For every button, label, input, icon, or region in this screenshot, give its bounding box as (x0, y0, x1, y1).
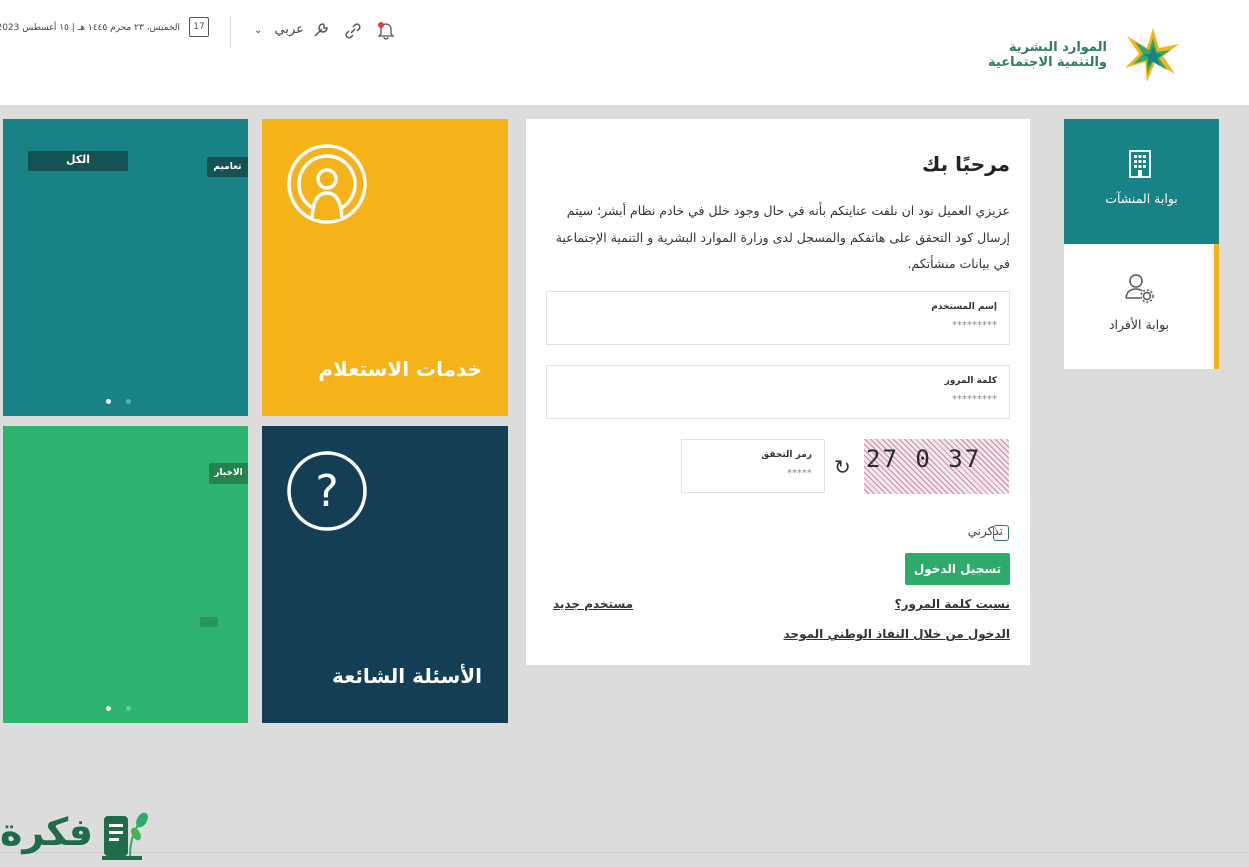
carousel-dot[interactable] (126, 399, 131, 404)
new-user-link[interactable]: مستخدم جديد (553, 597, 633, 611)
link-icon[interactable] (344, 22, 362, 40)
wrench-icon[interactable] (312, 21, 330, 39)
watermark-logo: فكرة (0, 810, 94, 854)
ministry-logo-text: الموارد البشرية والتنمية الاجتماعية (988, 40, 1107, 70)
carousel-dot-active[interactable] (106, 706, 111, 711)
broadcast-user-icon (287, 144, 367, 224)
password-field[interactable]: كلمة المرور (546, 365, 1010, 419)
captcha-field[interactable]: رمز التحقق (681, 439, 825, 493)
login-button[interactable]: تسجيل الدخول (905, 553, 1010, 585)
language-selector[interactable]: ⌄ عربي (254, 22, 304, 37)
captcha-text: 27 0 37 (866, 445, 982, 473)
sidebar-item-label: بوابة المنشآت (1105, 191, 1178, 206)
sidebar-item-establishments[interactable]: بوابة المنشآت (1064, 119, 1219, 244)
tab-news[interactable]: الاخبار (209, 463, 248, 484)
watermark-text: فكرة (0, 810, 94, 854)
forgot-password-link[interactable]: نسيت كلمة المرور؟ (895, 597, 1010, 611)
news-placeholder (200, 617, 218, 627)
username-field[interactable]: إسم المستخدم (546, 291, 1010, 345)
carousel-dot-active[interactable] (106, 399, 111, 404)
sidebar-item-label: بوابة الأفراد (1108, 317, 1170, 332)
user-gear-icon (1125, 274, 1154, 303)
header-divider (230, 16, 231, 48)
building-icon (1129, 150, 1151, 178)
footer-divider (0, 852, 1249, 853)
remember-me-label: تذكرني (967, 524, 1003, 538)
language-label: عربي (274, 22, 304, 37)
intro-text: عزيزي العميل نود ان نلفت عنايتكم بأنه في… (555, 203, 1010, 271)
welcome-heading: مرحبًا بك (921, 152, 1010, 176)
inquiry-services-title: خدمات الاستعلام (318, 357, 482, 381)
captcha-image: 27 0 37 (864, 439, 1009, 494)
nafath-login-link[interactable]: الدخول من خلال النفاذ الوطني الموحد (784, 627, 1011, 641)
tab-all[interactable]: الكل (28, 151, 128, 171)
question-mark-icon: ? (287, 451, 367, 531)
faq-title: الأسئلة الشائعة (332, 664, 482, 688)
header-date: الخميس، ٢٣ محرم ١٤٤٥ هـ | ١٥ أغسطس 2023 (0, 23, 180, 33)
refresh-captcha-icon[interactable]: ↻ (834, 455, 851, 479)
chevron-down-icon: ⌄ (254, 25, 263, 36)
captcha-label: رمز التحقق (761, 450, 812, 460)
plant-icon (102, 812, 148, 860)
password-input[interactable] (627, 394, 997, 405)
notification-badge (378, 22, 384, 28)
svg-text:?: ? (315, 466, 338, 517)
password-label: كلمة المرور (944, 376, 997, 386)
calendar-icon: 17 (189, 17, 209, 37)
carousel-dot[interactable] (126, 706, 131, 711)
sidebar-item-individuals[interactable]: بوابة الأفراد (1064, 244, 1219, 369)
username-input[interactable] (627, 320, 997, 331)
tab-circulars[interactable]: تعاميم (207, 157, 248, 177)
username-label: إسم المستخدم (931, 302, 997, 312)
captcha-input[interactable] (698, 468, 812, 479)
ministry-logo-icon (1125, 28, 1179, 82)
